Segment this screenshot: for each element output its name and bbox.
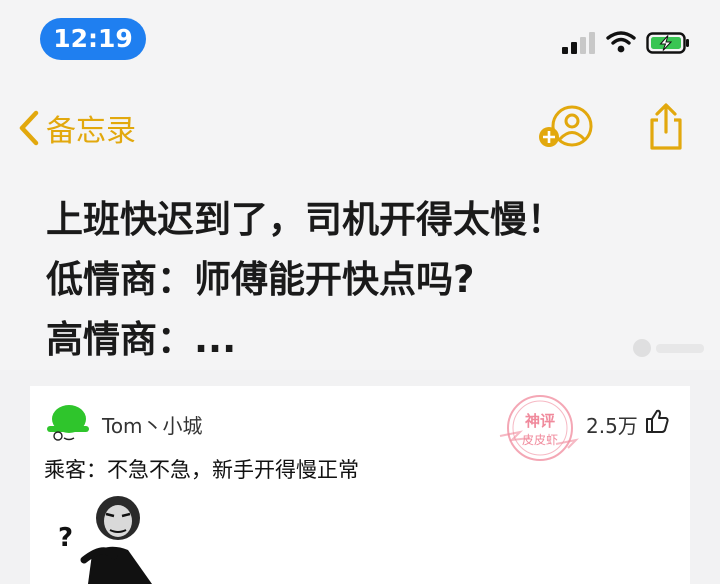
back-label: 备忘录	[46, 114, 136, 149]
stamp-badge: 神评 皮皮虾	[499, 395, 580, 461]
watermark-icon	[633, 339, 704, 357]
stamp-title: 神评	[525, 412, 555, 430]
battery-charging-icon	[646, 32, 689, 54]
like-count: 2.5万	[586, 414, 638, 438]
green-helmet-avatar[interactable]	[44, 402, 90, 442]
note-line: 高情商：...	[46, 318, 237, 361]
add-person-icon[interactable]	[536, 104, 596, 150]
status-time: 12:19	[40, 18, 146, 60]
chevron-left-icon	[19, 110, 39, 146]
note-screenshot: 12:19 备忘录 上班快迟到了，司机开得太慢！ 低情商：师傅能开快点吗? 高情…	[0, 0, 720, 370]
meme-face-icon: ?	[58, 496, 152, 584]
note-line: 低情商：师傅能开快点吗?	[46, 258, 475, 301]
status-icons	[562, 30, 692, 56]
note-body: 上班快迟到了，司机开得太慢！ 低情商：师傅能开快点吗? 高情商：...	[46, 190, 686, 370]
meme-image[interactable]: ?	[48, 494, 168, 584]
meme-question-mark: ?	[58, 523, 73, 553]
cellular-signal-icon	[562, 30, 598, 54]
comment-username[interactable]: Tom丶小城	[102, 410, 203, 439]
comment-text: 乘客：不急不急，新手开得慢正常	[44, 458, 359, 482]
wifi-icon	[606, 31, 636, 53]
thumbs-up-icon[interactable]	[644, 408, 670, 434]
stamp-subtitle: 皮皮虾	[522, 433, 558, 447]
back-button[interactable]: 备忘录	[14, 108, 136, 149]
note-line: 上班快迟到了，司机开得太慢！	[46, 198, 564, 241]
comment-card: Tom丶小城 神评 皮皮虾 2.5万 乘客：不急不急，新手开得慢正常 ?	[30, 386, 690, 584]
share-icon[interactable]	[646, 102, 686, 152]
